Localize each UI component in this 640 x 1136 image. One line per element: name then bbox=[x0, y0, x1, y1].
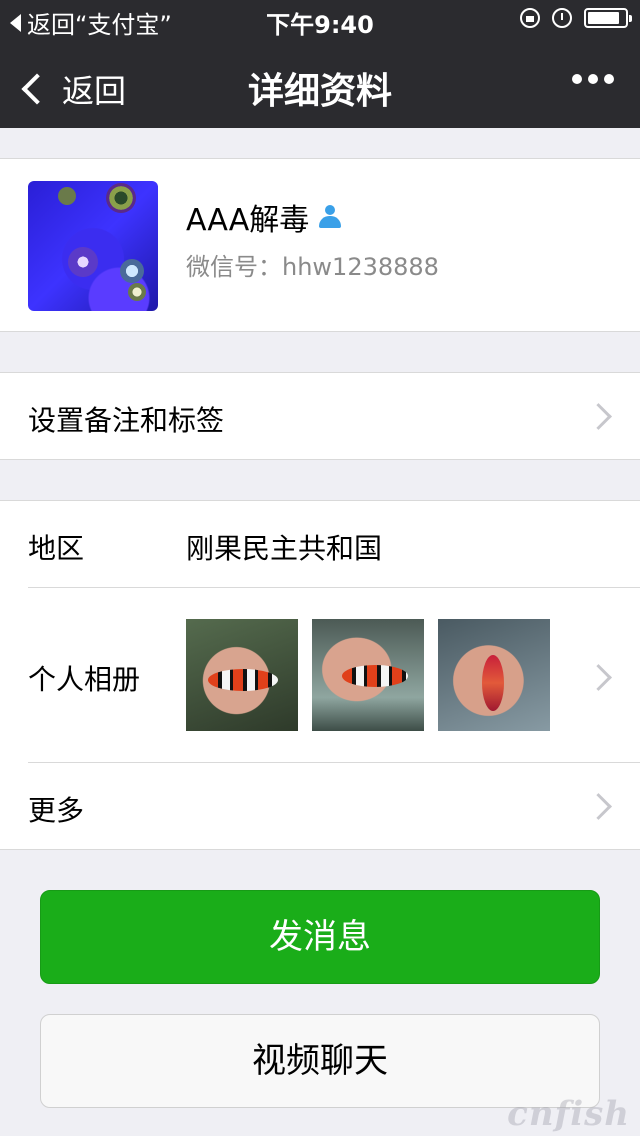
profile-card: AAA解毒 微信号：hhw1238888 bbox=[0, 158, 640, 332]
send-message-button[interactable]: 发消息 bbox=[40, 890, 600, 984]
region-row: 地区 刚果民主共和国 bbox=[0, 501, 640, 587]
info-group: 地区 刚果民主共和国 个人相册 更多 bbox=[0, 500, 640, 850]
battery-icon bbox=[584, 8, 632, 28]
avatar[interactable] bbox=[28, 181, 158, 311]
album-label: 个人相册 bbox=[28, 663, 141, 696]
more-options-button[interactable] bbox=[572, 74, 614, 84]
wechat-id: 微信号：hhw1238888 bbox=[186, 253, 439, 281]
album-photo-1[interactable] bbox=[186, 619, 298, 731]
profile-name: AAA解毒 bbox=[186, 195, 343, 239]
orientation-lock-icon bbox=[520, 8, 540, 28]
nav-bar: 返回 详细资料 bbox=[0, 40, 640, 128]
album-photo-3[interactable] bbox=[438, 619, 550, 731]
more-label: 更多 bbox=[28, 794, 85, 827]
set-remark-row[interactable]: 设置备注和标签 bbox=[0, 372, 640, 460]
dot-icon bbox=[588, 74, 598, 84]
region-value: 刚果民主共和国 bbox=[186, 532, 383, 565]
profile-name-text: AAA解毒 bbox=[186, 203, 310, 238]
set-remark-label: 设置备注和标签 bbox=[28, 404, 225, 437]
status-bar: 返回“支付宝” 下午9:40 bbox=[0, 0, 640, 40]
watermark-text: cnfish bbox=[507, 1094, 630, 1134]
page-title: 详细资料 bbox=[247, 71, 392, 112]
dot-icon bbox=[604, 74, 614, 84]
region-label: 地区 bbox=[28, 532, 85, 565]
dot-icon bbox=[572, 74, 582, 84]
album-photo-2[interactable] bbox=[312, 619, 424, 731]
chevron-right-icon bbox=[585, 664, 612, 691]
alarm-icon bbox=[552, 8, 572, 28]
chevron-right-icon bbox=[585, 793, 612, 820]
chevron-right-icon bbox=[585, 403, 612, 430]
more-row[interactable]: 更多 bbox=[0, 763, 640, 849]
person-icon bbox=[317, 204, 343, 230]
